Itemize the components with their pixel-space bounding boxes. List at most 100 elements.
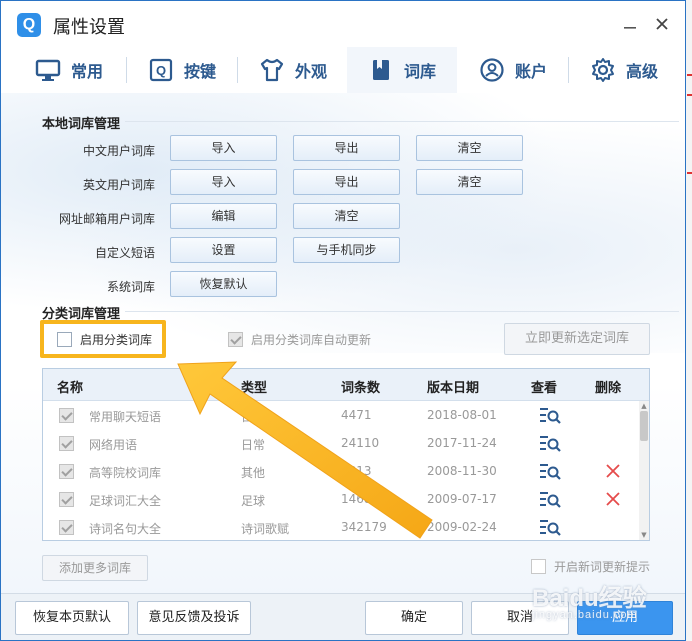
checkbox-box [531, 559, 546, 574]
cell-count: 24110 [341, 436, 380, 450]
col-view: 查看 [531, 381, 558, 396]
tab-label: 词库 [403, 62, 436, 81]
gear-icon [591, 58, 614, 82]
en-clear-button[interactable]: 清空 [416, 169, 523, 195]
cell-type: 日常 [241, 438, 266, 452]
col-delete: 删除 [595, 381, 622, 396]
cell-date: 2009-07-17 [427, 492, 497, 506]
cell-name: 高等院校词库 [89, 466, 162, 480]
cn-clear-button[interactable]: 清空 [416, 135, 523, 161]
minimize-icon [624, 27, 636, 29]
cell-count: 4471 [341, 408, 372, 422]
cell-date: 2009-02-24 [427, 520, 497, 534]
table-header: 名称 类型 词条数 版本日期 查看 删除 [43, 369, 649, 401]
apply-button[interactable]: 应用 [577, 601, 673, 635]
tab-common[interactable]: 常用 [13, 47, 125, 93]
row-label-url-email: 网址邮箱用户词库 [58, 212, 155, 226]
tab-label: 账户 [514, 62, 547, 81]
url-clear-button[interactable]: 清空 [293, 203, 400, 229]
section-divider [125, 121, 679, 122]
tab-label: 按键 [183, 62, 216, 81]
view-list-icon[interactable] [539, 434, 561, 454]
phrase-settings-button[interactable]: 设置 [170, 237, 277, 263]
cn-export-button[interactable]: 导出 [293, 135, 400, 161]
row-checkbox[interactable] [59, 464, 74, 479]
view-list-icon[interactable] [539, 490, 561, 510]
delete-x-icon[interactable] [605, 462, 621, 480]
user-icon [480, 58, 504, 82]
shirt-icon [260, 58, 284, 82]
row-checkbox[interactable] [59, 408, 74, 423]
row-checkbox[interactable] [59, 520, 74, 535]
category-lexicon-title: 分类词库管理 [42, 307, 121, 322]
col-date: 版本日期 [427, 381, 480, 396]
tab-keys[interactable]: Q 按键 [127, 47, 237, 93]
new-word-tip-checkbox[interactable]: 开启新词更新提示 [531, 558, 650, 575]
row-label-cn-user: 中文用户词库 [82, 144, 155, 158]
scroll-down-icon[interactable]: ▼ [639, 530, 649, 540]
scroll-thumb[interactable] [640, 411, 648, 441]
view-list-icon[interactable] [539, 462, 561, 482]
col-count: 词条数 [341, 381, 381, 396]
table-scrollbar[interactable]: ▲ ▼ [639, 401, 649, 540]
table-row[interactable]: 网络用语 日常 24110 2017-11-24 [43, 430, 639, 458]
row-label-custom-phrase: 自定义短语 [94, 246, 155, 260]
cell-count: 342179 [341, 520, 387, 534]
view-list-icon[interactable] [539, 406, 561, 426]
restore-page-default-button[interactable]: 恢复本页默认 [15, 601, 129, 635]
background-window-strip [686, 0, 692, 641]
cell-type: 日常 [241, 410, 266, 424]
table-row[interactable]: 诗词名句大全 诗词歌赋 342179 2009-02-24 [43, 514, 639, 540]
cell-name: 常用聊天短语 [89, 410, 162, 424]
cell-date: 2018-08-01 [427, 408, 497, 422]
auto-update-checkbox[interactable]: 启用分类词库自动更新 [228, 331, 371, 348]
settings-window: Q 属性设置 常用 Q 按键 外观 词库 账户 高级 本地词库管理 中文用户词库… [0, 0, 686, 641]
tab-advanced[interactable]: 高级 [569, 47, 679, 93]
table-row[interactable]: 常用聊天短语 日常 4471 2018-08-01 [43, 402, 639, 430]
checkbox-label: 启用分类词库 [80, 333, 153, 347]
book-icon [372, 60, 389, 80]
url-edit-button[interactable]: 编辑 [170, 203, 277, 229]
cell-name: 诗词名句大全 [89, 522, 162, 536]
minimize-button[interactable] [615, 9, 645, 39]
cell-type: 诗词歌赋 [241, 522, 290, 536]
en-import-button[interactable]: 导入 [170, 169, 277, 195]
tab-account[interactable]: 账户 [459, 47, 567, 93]
table-row[interactable]: 足球词汇大全 足球 14689 2009-07-17 [43, 486, 639, 514]
cell-name: 足球词汇大全 [89, 494, 162, 508]
view-list-icon[interactable] [539, 518, 561, 538]
row-checkbox[interactable] [59, 492, 74, 507]
tab-lexicon[interactable]: 词库 [347, 47, 457, 93]
update-selected-button[interactable]: 立即更新选定词库 [504, 323, 650, 355]
phone-sync-button[interactable]: 与手机同步 [293, 237, 400, 263]
svg-text:Q: Q [156, 63, 166, 78]
cell-name: 网络用语 [89, 438, 138, 452]
add-more-lexicon-button[interactable]: 添加更多词库 [42, 555, 148, 581]
row-label-en-user: 英文用户词库 [82, 178, 155, 192]
tab-appearance[interactable]: 外观 [239, 47, 347, 93]
window-title: 属性设置 [53, 17, 125, 38]
section-divider [125, 311, 679, 312]
tab-label: 外观 [294, 62, 327, 81]
checkbox-box [228, 332, 243, 347]
cell-type: 足球 [241, 494, 266, 508]
checkbox-label: 启用分类词库自动更新 [251, 333, 372, 347]
enable-category-checkbox[interactable]: 启用分类词库 [57, 331, 152, 348]
row-checkbox[interactable] [59, 436, 74, 451]
cancel-button[interactable]: 取消 [471, 601, 569, 635]
table-row[interactable]: 高等院校词库 其他 2813 2008-11-30 [43, 458, 639, 486]
ok-button[interactable]: 确定 [365, 601, 463, 635]
close-button[interactable] [647, 9, 677, 39]
cn-import-button[interactable]: 导入 [170, 135, 277, 161]
tab-label: 高级 [625, 62, 658, 81]
checkbox-box [57, 332, 72, 347]
delete-x-icon[interactable] [605, 490, 621, 508]
local-lexicon-title: 本地词库管理 [42, 117, 121, 132]
restore-default-button[interactable]: 恢复默认 [170, 271, 277, 297]
en-export-button[interactable]: 导出 [293, 169, 400, 195]
scroll-up-icon[interactable]: ▲ [639, 401, 649, 411]
feedback-button[interactable]: 意见反馈及投诉 [137, 601, 251, 635]
col-name: 名称 [57, 381, 84, 396]
cell-date: 2017-11-24 [427, 436, 497, 450]
row-label-system: 系统词库 [106, 280, 155, 294]
